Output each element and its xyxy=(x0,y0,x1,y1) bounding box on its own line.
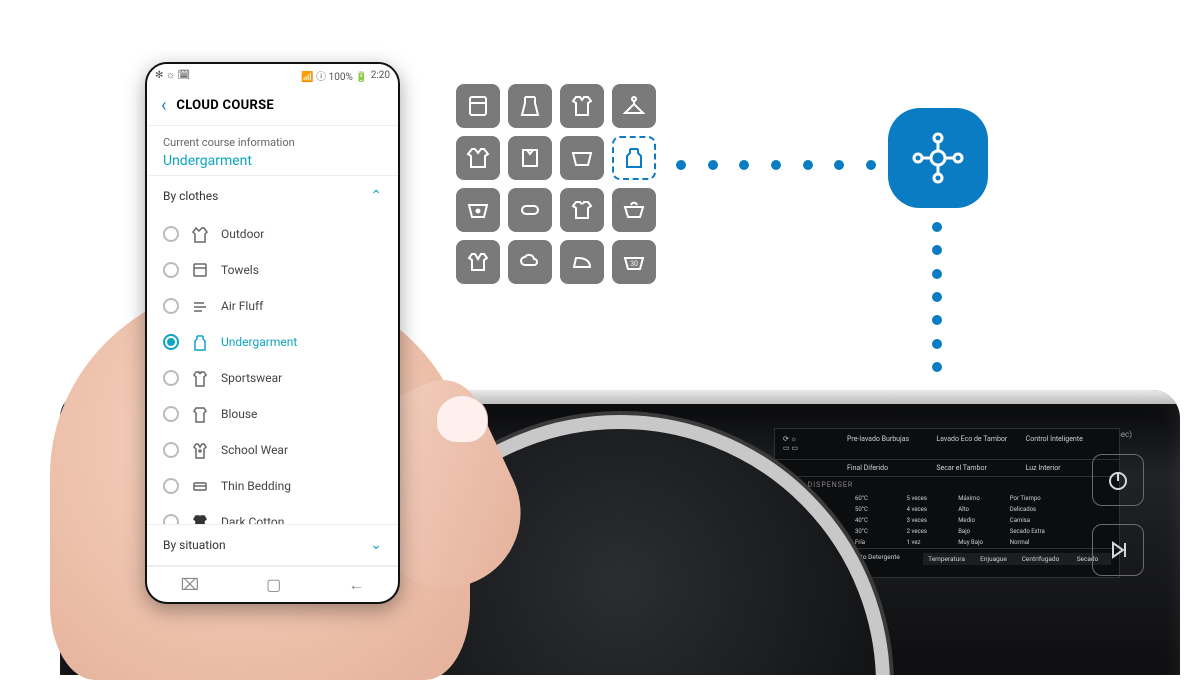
option-label: Towels xyxy=(221,263,259,277)
blouse-icon xyxy=(191,405,209,423)
option-undergarment[interactable]: Undergarment xyxy=(147,324,398,360)
foot-rinse[interactable]: Enjuague xyxy=(970,553,1017,565)
expander-situation-label: By situation xyxy=(163,538,226,552)
option-label: Outdoor xyxy=(221,227,264,241)
radio-icon xyxy=(163,442,179,458)
nav-back-icon[interactable]: ← xyxy=(348,575,364,595)
disp-r2-b[interactable]: Secar el Tambor xyxy=(936,464,1021,472)
radio-icon xyxy=(163,334,179,350)
shirt-icon xyxy=(191,369,209,387)
tile-wash-temp[interactable]: 30 xyxy=(612,240,656,284)
current-course-hint: Current course information xyxy=(163,136,382,149)
chevron-up-icon: ⌃ xyxy=(370,188,382,204)
expander-by-clothes[interactable]: By clothes ⌃ xyxy=(147,175,398,216)
app-header: ‹ CLOUD COURSE xyxy=(147,86,398,126)
radio-icon xyxy=(163,406,179,422)
radio-icon xyxy=(163,262,179,278)
option-thin-bedding[interactable]: Thin Bedding xyxy=(147,468,398,504)
option-school-wear[interactable]: School Wear xyxy=(147,432,398,468)
radio-icon xyxy=(163,478,179,494)
app-title: CLOUD COURSE xyxy=(176,98,274,113)
status-bar: ✻ ☼ 🗓 📶 ⓘ 100% 🔋 2:20 xyxy=(147,64,398,86)
foot-spin[interactable]: Centrifugado xyxy=(1017,553,1064,565)
towel-icon xyxy=(191,261,209,279)
power-start-buttons xyxy=(1092,454,1144,576)
radio-icon xyxy=(163,370,179,386)
expander-by-situation[interactable]: By situation ⌄ xyxy=(147,524,398,566)
option-label: Dark Cotton xyxy=(221,515,284,524)
current-course-value: Undergarment xyxy=(163,153,382,169)
svg-text:30: 30 xyxy=(630,260,638,268)
connection-dots-vertical xyxy=(932,222,942,372)
foot-detergent[interactable]: Auto Detergente xyxy=(853,553,923,565)
tile-basin[interactable] xyxy=(560,136,604,180)
tile-tank-active[interactable] xyxy=(612,136,656,180)
smartthings-hub-icon xyxy=(888,108,988,208)
option-label: Thin Bedding xyxy=(221,479,291,493)
option-dark-cotton[interactable]: Dark Cotton xyxy=(147,504,398,524)
android-nav-bar: ⌧ ▢ ← xyxy=(147,566,398,602)
start-pause-button[interactable] xyxy=(1092,524,1144,576)
tile-iron[interactable] xyxy=(560,240,604,284)
option-label: Blouse xyxy=(221,407,257,421)
connection-dots-horizontal xyxy=(676,160,876,170)
option-blouse[interactable]: Blouse xyxy=(147,396,398,432)
darktee-icon xyxy=(191,513,209,524)
tile-tee[interactable] xyxy=(560,188,604,232)
air-icon xyxy=(191,297,209,315)
status-time: 2:20 xyxy=(371,70,390,81)
disp-icons: ⟳ ☼▭ ▭ xyxy=(783,435,843,453)
current-course-block: Current course information Undergarment xyxy=(147,126,398,175)
disp-r1-c[interactable]: Control Inteligente xyxy=(1026,435,1111,453)
school-icon xyxy=(191,441,209,459)
option-sportswear[interactable]: Sportswear xyxy=(147,360,398,396)
tile-shirt[interactable] xyxy=(560,84,604,128)
option-outdoor[interactable]: Outdoor xyxy=(147,216,398,252)
bed-icon xyxy=(191,477,209,495)
smartphone: ✻ ☼ 🗓 📶 ⓘ 100% 🔋 2:20 ‹ CLOUD COURSE Cur… xyxy=(145,62,400,604)
jacket-icon xyxy=(191,225,209,243)
radio-icon xyxy=(163,514,179,524)
expander-clothes-label: By clothes xyxy=(163,189,218,203)
disp-r1-a[interactable]: Pre-lavado Burbujas xyxy=(847,435,932,453)
foot-temp[interactable]: Temperatura xyxy=(923,553,970,565)
power-button[interactable] xyxy=(1092,454,1144,506)
tank-icon xyxy=(191,333,209,351)
tile-wash-hand[interactable] xyxy=(612,188,656,232)
nav-home-icon[interactable]: ▢ xyxy=(266,575,281,594)
option-air-fluff[interactable]: Air Fluff xyxy=(147,288,398,324)
chevron-down-icon: ⌄ xyxy=(370,537,382,553)
option-label: Air Fluff xyxy=(221,299,263,313)
nav-recent-icon[interactable]: ⌧ xyxy=(181,575,199,594)
tile-hanger[interactable] xyxy=(612,84,656,128)
disp-r1-b[interactable]: Lavado Eco de Tambor xyxy=(936,435,1021,453)
radio-icon xyxy=(163,226,179,242)
option-label: Undergarment xyxy=(221,335,297,349)
back-icon[interactable]: ‹ xyxy=(161,97,166,115)
status-right-icons: 📶 ⓘ 100% 🔋 xyxy=(301,68,368,83)
auto-dispenser-label: AUTO DISPENSER xyxy=(775,477,1119,493)
clothes-option-list: Outdoor Towels Air Fluff Undergarment Sports… xyxy=(147,216,398,524)
phone-screen: ✻ ☼ 🗓 📶 ⓘ 100% 🔋 2:20 ‹ CLOUD COURSE Cur… xyxy=(147,64,398,602)
radio-icon xyxy=(163,298,179,314)
option-towels[interactable]: Towels xyxy=(147,252,398,288)
option-label: School Wear xyxy=(221,443,288,457)
status-left-icons: ✻ ☼ 🗓 xyxy=(155,70,190,81)
option-label: Sportswear xyxy=(221,371,282,385)
disp-r2-a[interactable]: Final Diferido xyxy=(847,464,932,472)
